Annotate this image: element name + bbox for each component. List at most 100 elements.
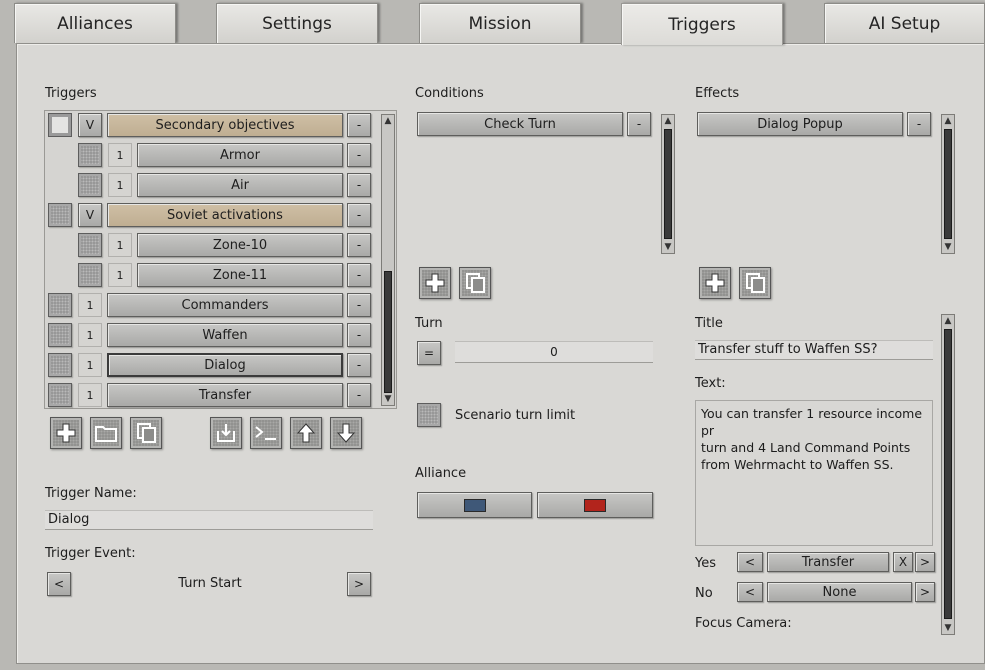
event-prev-button[interactable]: < <box>47 572 71 596</box>
trigger-enable-checkbox[interactable] <box>48 353 72 377</box>
tab-ai-setup[interactable]: AI Setup <box>824 3 985 43</box>
remove-trigger-button[interactable]: - <box>347 203 371 227</box>
trigger-event-value: Turn Start <box>178 576 242 591</box>
move-up-button[interactable] <box>290 417 322 449</box>
tab-label: Mission <box>468 13 532 34</box>
trigger-item-zone-11[interactable]: Zone-11 <box>137 263 343 287</box>
triggers-scrollbar[interactable]: ▲ ▼ <box>381 114 395 406</box>
remove-trigger-button[interactable]: - <box>347 263 371 287</box>
copy-trigger-button[interactable] <box>130 417 162 449</box>
trigger-enable-checkbox[interactable] <box>78 263 102 287</box>
scroll-down-icon[interactable]: ▼ <box>943 242 953 252</box>
tab-label: AI Setup <box>868 13 941 34</box>
trigger-item-air[interactable]: Air <box>137 173 343 197</box>
scroll-down-icon[interactable]: ▼ <box>943 623 953 633</box>
trigger-item-armor[interactable]: Armor <box>137 143 343 167</box>
scroll-up-icon[interactable]: ▲ <box>663 116 673 126</box>
scroll-thumb[interactable] <box>944 129 952 239</box>
remove-condition-button[interactable]: - <box>627 112 651 136</box>
conditions-scrollbar[interactable]: ▲ ▼ <box>661 114 675 254</box>
copy-effect-button[interactable] <box>739 267 771 299</box>
remove-trigger-button[interactable]: - <box>347 173 371 197</box>
remove-trigger-button[interactable]: - <box>347 113 371 137</box>
remove-trigger-button[interactable]: - <box>347 293 371 317</box>
copy-condition-button[interactable] <box>459 267 491 299</box>
trigger-count: 1 <box>78 353 102 377</box>
remove-trigger-button[interactable]: - <box>347 233 371 257</box>
trigger-item-soviet-activations[interactable]: Soviet activations <box>107 203 343 227</box>
trigger-enable-checkbox[interactable] <box>48 203 72 227</box>
remove-trigger-button[interactable]: - <box>347 143 371 167</box>
trigger-item-dialog[interactable]: Dialog <box>107 353 343 377</box>
yes-label: Yes <box>695 556 716 571</box>
no-label: No <box>695 586 713 601</box>
trigger-enable-checkbox[interactable] <box>48 323 72 347</box>
trigger-enable-checkbox[interactable] <box>48 383 72 407</box>
trigger-group-toggle[interactable]: V <box>78 203 102 227</box>
condition-item-check-turn[interactable]: Check Turn <box>417 112 623 136</box>
add-folder-button[interactable] <box>90 417 122 449</box>
remove-trigger-button[interactable]: - <box>347 383 371 407</box>
move-down-button[interactable] <box>330 417 362 449</box>
scroll-thumb[interactable] <box>944 329 952 619</box>
tab-triggers[interactable]: Triggers <box>621 3 783 45</box>
trigger-count: 1 <box>108 233 132 257</box>
scroll-up-icon[interactable]: ▲ <box>383 116 393 126</box>
tab-alliances[interactable]: Alliances <box>14 3 176 43</box>
no-prev-button[interactable]: < <box>737 582 763 602</box>
trigger-item-waffen[interactable]: Waffen <box>107 323 343 347</box>
tab-settings[interactable]: Settings <box>216 3 378 43</box>
axis-color-swatch <box>584 498 606 512</box>
remove-trigger-button[interactable]: - <box>347 353 371 377</box>
turn-operator-button[interactable]: = <box>417 341 441 365</box>
trigger-item-secondary-objectives[interactable]: Secondary objectives <box>107 113 343 137</box>
add-trigger-button[interactable] <box>50 417 82 449</box>
trigger-enable-checkbox[interactable] <box>78 143 102 167</box>
yes-trigger-select[interactable]: Transfer <box>767 552 889 572</box>
allies-color-swatch <box>463 498 486 512</box>
alliance-axis-button[interactable] <box>537 492 653 518</box>
yes-next-button[interactable]: > <box>915 552 935 572</box>
dialog-title-input[interactable]: Transfer stuff to Waffen SS? <box>695 340 933 360</box>
add-effect-button[interactable] <box>699 267 731 299</box>
scroll-down-icon[interactable]: ▼ <box>383 394 393 404</box>
trigger-enable-checkbox[interactable] <box>48 293 72 317</box>
scroll-thumb[interactable] <box>384 271 392 393</box>
turn-value-input[interactable]: 0 <box>455 341 653 363</box>
effects-scrollbar[interactable]: ▲ ▼ <box>941 114 955 254</box>
scroll-up-icon[interactable]: ▲ <box>943 316 953 326</box>
trigger-item-zone-10[interactable]: Zone-10 <box>137 233 343 257</box>
trigger-name-input[interactable]: Dialog <box>45 510 373 530</box>
remove-trigger-button[interactable]: - <box>347 323 371 347</box>
effect-item-dialog-popup[interactable]: Dialog Popup <box>697 112 903 136</box>
trigger-count: 1 <box>78 293 102 317</box>
trigger-group-toggle[interactable]: V <box>78 113 102 137</box>
dialog-text-area[interactable]: You can transfer 1 resource income pr tu… <box>695 400 933 546</box>
yes-clear-button[interactable]: X <box>893 552 913 572</box>
add-condition-button[interactable] <box>419 267 451 299</box>
remove-effect-button[interactable]: - <box>907 112 931 136</box>
no-trigger-select[interactable]: None <box>767 582 912 602</box>
alliance-allies-button[interactable] <box>417 492 532 518</box>
scenario-turn-limit-checkbox[interactable] <box>417 403 441 427</box>
script-button[interactable] <box>250 417 282 449</box>
scroll-down-icon[interactable]: ▼ <box>663 242 673 252</box>
scroll-up-icon[interactable]: ▲ <box>943 116 953 126</box>
no-next-button[interactable]: > <box>915 582 935 602</box>
arrow-up-icon <box>296 423 316 443</box>
trigger-enable-checkbox[interactable] <box>48 113 72 137</box>
tab-mission[interactable]: Mission <box>419 3 581 43</box>
event-next-button[interactable]: > <box>347 572 371 596</box>
copy-icon <box>137 423 156 443</box>
effect-details-scrollbar[interactable]: ▲ ▼ <box>941 314 955 635</box>
import-button[interactable] <box>210 417 242 449</box>
trigger-item-transfer[interactable]: Transfer <box>107 383 343 407</box>
conditions-heading: Conditions <box>415 86 484 101</box>
trigger-item-commanders[interactable]: Commanders <box>107 293 343 317</box>
yes-prev-button[interactable]: < <box>737 552 763 572</box>
trigger-enable-checkbox[interactable] <box>78 173 102 197</box>
trigger-enable-checkbox[interactable] <box>78 233 102 257</box>
scroll-thumb[interactable] <box>664 129 672 239</box>
scenario-turn-limit-label: Scenario turn limit <box>455 408 576 423</box>
plus-icon <box>425 273 445 293</box>
